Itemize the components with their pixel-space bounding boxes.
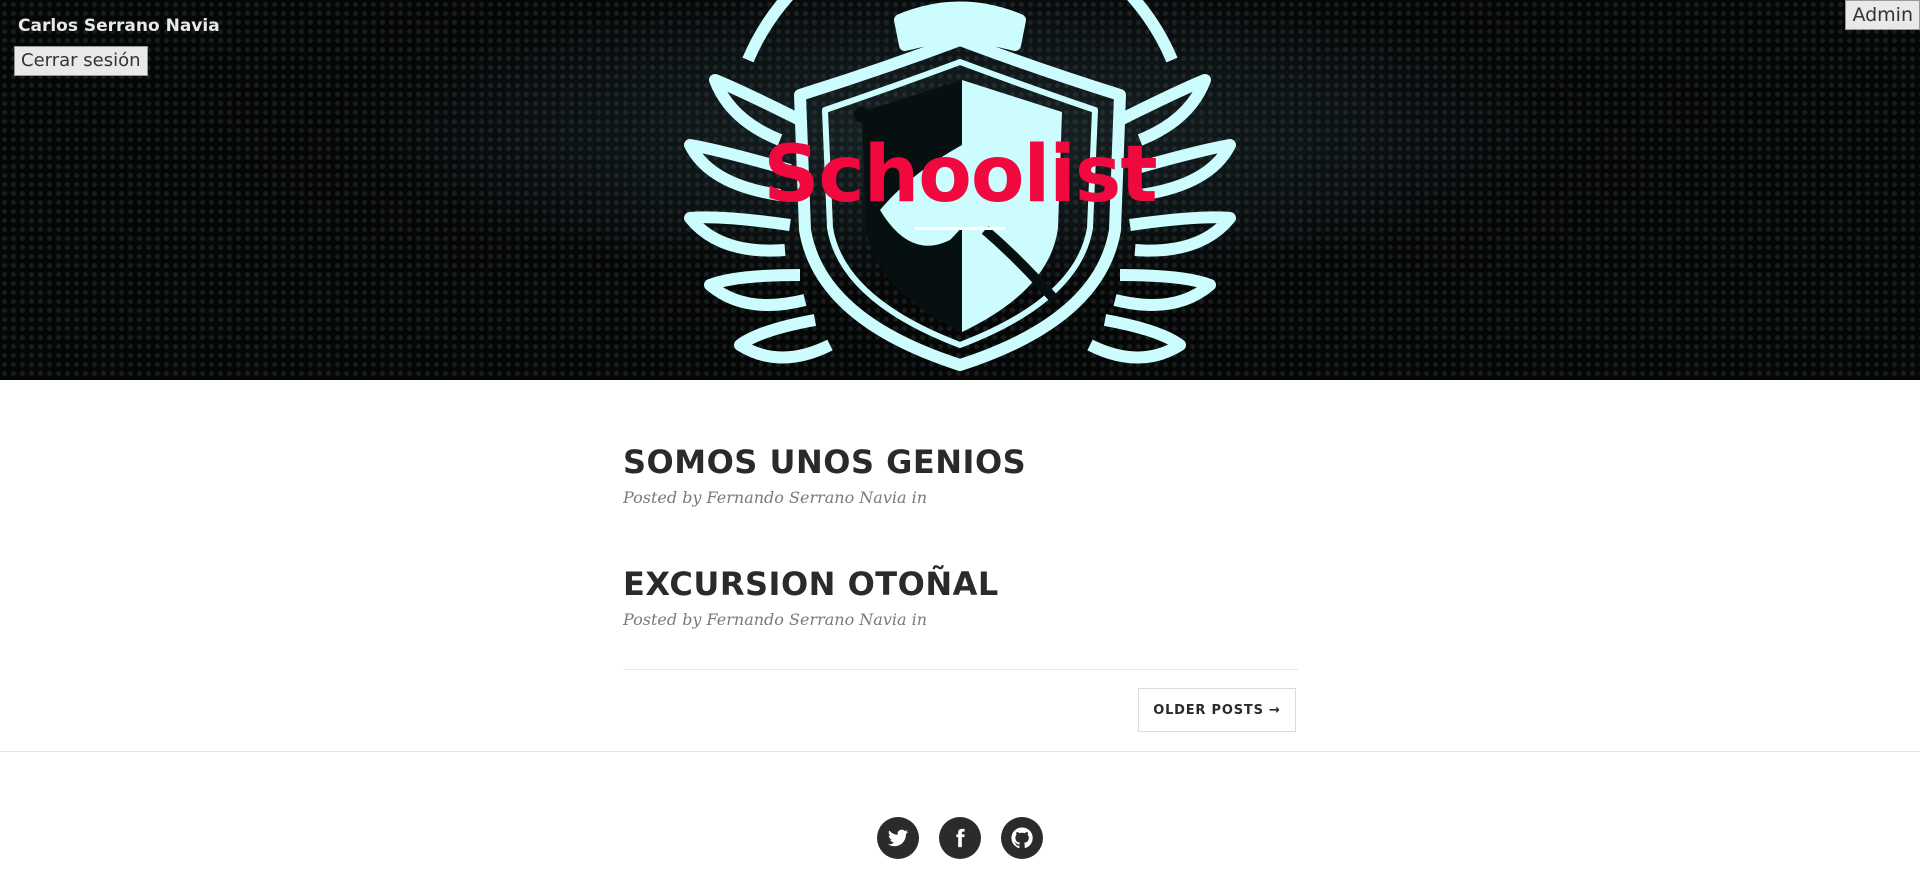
- post-title[interactable]: SOMOS UNOS GENIOS: [623, 440, 1298, 484]
- facebook-link[interactable]: [939, 817, 981, 859]
- github-icon: [1011, 827, 1033, 849]
- title-underline: [915, 227, 1005, 230]
- older-posts-button[interactable]: OLDER POSTS →: [1138, 688, 1296, 732]
- social-links: [877, 817, 1043, 859]
- post-meta: Posted by Fernando Serrano Navia in: [623, 610, 928, 629]
- post-title[interactable]: EXCURSION OTOÑAL: [623, 562, 1298, 606]
- user-name: Carlos Serrano Navia: [18, 16, 220, 36]
- site-title[interactable]: Schoolist: [0, 130, 1920, 220]
- post-preview: SOMOS UNOS GENIOS Posted by Fernando Ser…: [623, 440, 1298, 562]
- post-meta: Posted by Fernando Serrano Navia in: [623, 488, 928, 507]
- github-link[interactable]: [1001, 817, 1043, 859]
- posts-divider: [623, 669, 1298, 670]
- hero-banner: Carlos Serrano Navia Cerrar sesión Admin…: [0, 0, 1920, 380]
- facebook-icon: [956, 828, 965, 848]
- twitter-link[interactable]: [877, 817, 919, 859]
- footer-divider: [0, 751, 1920, 752]
- post-preview: EXCURSION OTOÑAL Posted by Fernando Serr…: [623, 562, 1298, 684]
- twitter-icon: [887, 829, 909, 847]
- post-list: SOMOS UNOS GENIOS Posted by Fernando Ser…: [623, 440, 1298, 684]
- admin-button[interactable]: Admin: [1845, 0, 1920, 30]
- logout-button[interactable]: Cerrar sesión: [14, 46, 148, 76]
